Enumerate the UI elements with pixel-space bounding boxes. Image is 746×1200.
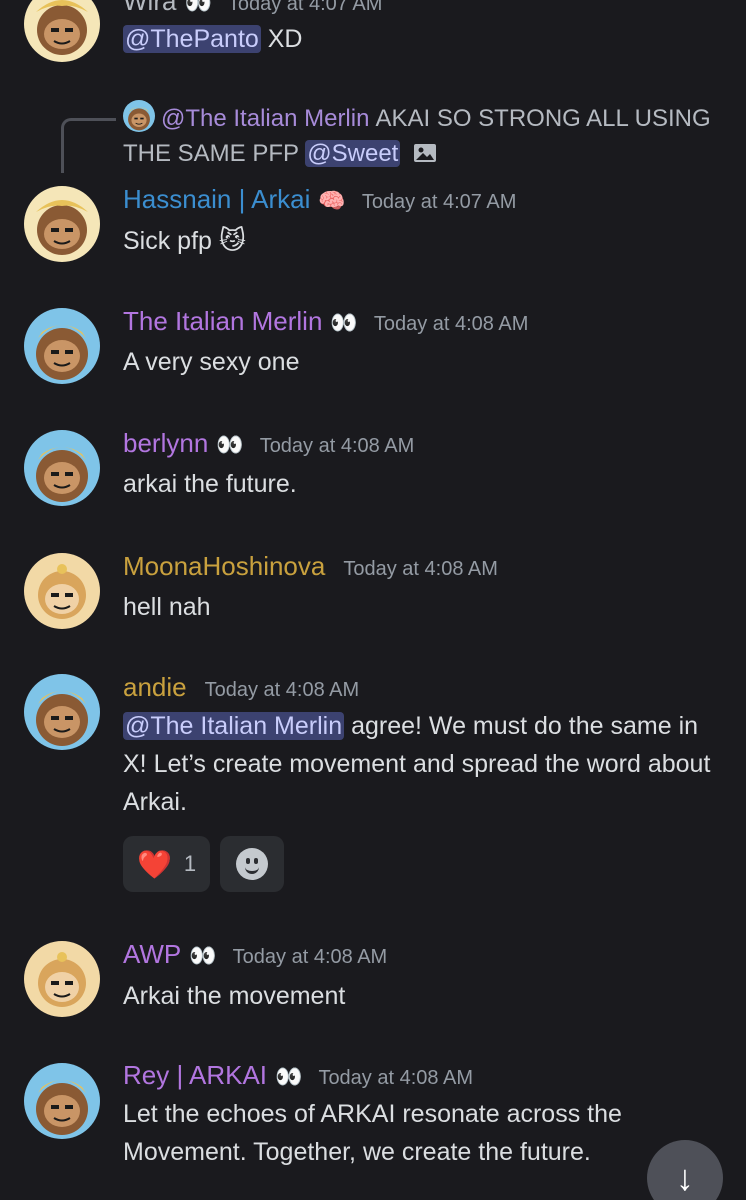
message-header: berlynn 👀 Today at 4:08 AM <box>123 428 414 459</box>
message-text: hell nah <box>123 593 211 621</box>
avatar[interactable] <box>24 186 100 262</box>
eyes-emoji: 👀 <box>216 432 243 457</box>
timestamp: Today at 4:08 AM <box>232 946 388 968</box>
reply-author[interactable]: @The Italian Merlin <box>161 105 369 132</box>
eyes-emoji: 👀 <box>189 943 216 968</box>
message-text: Sick pfp <box>123 227 212 255</box>
timestamp: Today at 4:08 AM <box>259 435 415 457</box>
message-content: A very sexy one <box>123 343 723 381</box>
smiley-icon <box>236 848 269 880</box>
heart-emoji: ❤️ <box>137 848 172 880</box>
message-text: XD <box>260 25 303 53</box>
author-name[interactable]: Hassnain | Arkai <box>123 184 310 215</box>
user-mention[interactable]: @The Italian Merlin <box>123 712 345 740</box>
message-text: A very sexy one <box>123 348 300 376</box>
author-name[interactable]: berlynn <box>123 428 208 459</box>
message-text: Arkai the movement <box>123 982 346 1010</box>
message-content: @ThePanto XD <box>123 20 723 58</box>
message-content: @The Italian Merlin agree! We must do th… <box>123 707 723 821</box>
author-name[interactable]: Wira <box>123 0 176 17</box>
avatar[interactable] <box>24 553 100 629</box>
message-content: Sick pfp 😼 <box>123 221 723 260</box>
author-name[interactable]: AWP <box>123 939 181 970</box>
message-header: Wira 👀 Today at 4:07 AM <box>123 0 382 17</box>
message-content: hell nah <box>123 588 723 626</box>
message-content: Let the echoes of ARKAI resonate across … <box>123 1095 723 1171</box>
user-mention[interactable]: @Sweet <box>305 140 401 167</box>
reply-avatar <box>123 100 155 132</box>
timestamp: Today at 4:08 AM <box>373 313 529 335</box>
message-header: MoonaHoshinova Today at 4:08 AM <box>123 551 498 582</box>
timestamp: Today at 4:07 AM <box>227 0 383 15</box>
image-icon <box>414 144 437 162</box>
user-mention[interactable]: @ThePanto <box>123 25 261 53</box>
avatar[interactable] <box>24 430 100 506</box>
timestamp: Today at 4:08 AM <box>318 1067 473 1089</box>
message-header: andie Today at 4:08 AM <box>123 672 359 703</box>
add-reaction-button[interactable] <box>220 836 285 892</box>
cat-sunglasses-emoji: 😼 <box>218 225 246 255</box>
timestamp: Today at 4:08 AM <box>204 679 360 701</box>
reaction-count: 1 <box>183 851 197 876</box>
eyes-emoji: 👀 <box>330 310 357 335</box>
reply-connector <box>61 118 116 173</box>
message-header: AWP 👀 Today at 4:08 AM <box>123 939 387 970</box>
message-content: Arkai the movement <box>123 977 723 1015</box>
reactions-bar: ❤️ 1 <box>123 836 285 892</box>
message-content: arkai the future. <box>123 465 723 503</box>
reaction-heart[interactable]: ❤️ 1 <box>123 836 211 892</box>
message-text: Let the echoes of ARKAI resonate across … <box>123 1100 622 1166</box>
message-header: Hassnain | Arkai 🧠 Today at 4:07 AM <box>123 184 516 215</box>
eyes-emoji: 👀 <box>184 0 211 15</box>
reply-preview[interactable]: @The Italian Merlin AKAI SO STRONG ALL US… <box>123 100 723 171</box>
message-text: arkai the future. <box>123 470 297 498</box>
timestamp: Today at 4:08 AM <box>343 558 498 580</box>
avatar[interactable] <box>24 1063 100 1139</box>
avatar[interactable] <box>24 308 100 384</box>
author-name[interactable]: MoonaHoshinova <box>123 551 325 582</box>
author-name[interactable]: andie <box>123 672 187 703</box>
message-header: The Italian Merlin 👀 Today at 4:08 AM <box>123 306 528 337</box>
avatar[interactable] <box>24 941 100 1017</box>
eyes-emoji: 👀 <box>275 1064 302 1089</box>
timestamp: Today at 4:07 AM <box>361 191 517 213</box>
avatar[interactable] <box>24 0 100 62</box>
message-header: Rey | ARKAI 👀 Today at 4:08 AM <box>123 1060 473 1091</box>
avatar[interactable] <box>24 674 100 750</box>
arrow-down-icon: ↓ <box>676 1157 694 1198</box>
brain-emoji: 🧠 <box>318 188 345 213</box>
author-name[interactable]: Rey | ARKAI <box>123 1060 267 1091</box>
author-name[interactable]: The Italian Merlin <box>123 306 322 337</box>
